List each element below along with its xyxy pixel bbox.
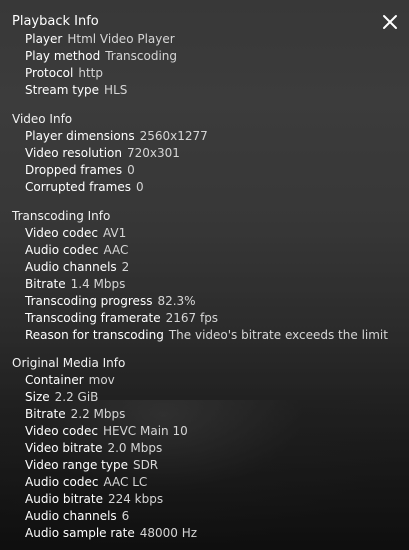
info-row: Audio codec AAC	[25, 242, 128, 259]
info-label: Audio sample rate	[25, 526, 135, 540]
info-row: Audio bitrate 224 kbps	[25, 491, 163, 508]
info-label: Video codec	[25, 226, 98, 240]
info-label: Video bitrate	[25, 441, 103, 455]
info-label: Audio channels	[25, 260, 117, 274]
info-label: Audio codec	[25, 475, 99, 489]
info-label: Corrupted frames	[25, 180, 131, 194]
info-row: Dropped frames 0	[25, 162, 135, 179]
info-label: Audio bitrate	[25, 492, 103, 506]
info-row: Reason for transcoding The video's bitrat…	[25, 327, 388, 344]
info-value: AAC LC	[103, 475, 148, 489]
info-label: Video codec	[25, 424, 98, 438]
info-label: Container	[25, 373, 84, 387]
info-label: Audio codec	[25, 243, 99, 257]
info-row: Audio channels 6	[25, 508, 129, 525]
info-value: 2.2 GiB	[54, 390, 99, 404]
info-row: Corrupted frames 0	[25, 179, 144, 196]
info-row: Player dimensions 2560x1277	[25, 128, 208, 145]
info-row: Video bitrate 2.0 Mbps	[25, 440, 162, 457]
close-icon	[383, 15, 397, 29]
info-value: 48000 Hz	[139, 526, 198, 540]
info-label: Size	[25, 390, 50, 404]
info-value: 224 kbps	[107, 492, 164, 506]
info-label: Dropped frames	[25, 163, 123, 177]
info-row: Video range type SDR	[25, 457, 158, 474]
info-label: Protocol	[25, 66, 74, 80]
section-title-video-info: Video Info	[12, 112, 73, 126]
info-row: Transcoding progress 82.3%	[25, 293, 196, 310]
info-value: AV1	[102, 226, 127, 240]
section-title-original-media-info: Original Media Info	[12, 356, 126, 370]
info-value: mov	[88, 373, 115, 387]
info-row: Player Html Video Player	[25, 31, 175, 48]
section-title-transcoding-info: Transcoding Info	[12, 209, 111, 223]
info-value: 720x301	[127, 146, 180, 160]
info-row: Container mov	[25, 372, 115, 389]
info-value: 0	[135, 180, 144, 194]
panel-title: Playback Info	[12, 14, 99, 29]
info-value: Html Video Player	[67, 32, 175, 46]
info-row: Audio channels 2	[25, 259, 129, 276]
info-label: Audio channels	[25, 509, 117, 523]
info-label: Transcoding framerate	[25, 311, 161, 325]
info-label: Bitrate	[25, 277, 66, 291]
playback-info-panel: Playback Info Player Html Video Player Pl…	[0, 0, 409, 550]
info-value: SDR	[132, 458, 159, 472]
info-label: Player dimensions	[25, 129, 135, 143]
info-value: 2.0 Mbps	[107, 441, 163, 455]
info-row: Video codec HEVC Main 10	[25, 423, 188, 440]
info-value: http	[78, 66, 103, 80]
info-value: 1.4 Mbps	[70, 277, 126, 291]
info-label: Bitrate	[25, 407, 66, 421]
info-row: Play method Transcoding	[25, 48, 177, 65]
info-value: 82.3%	[157, 294, 196, 308]
info-row: Audio sample rate 48000 Hz	[25, 525, 197, 542]
info-label: Stream type	[25, 83, 100, 97]
info-row: Video codec AV1	[25, 225, 126, 242]
info-value: HLS	[104, 83, 128, 97]
info-label: Reason for transcoding	[25, 328, 164, 342]
info-value: HEVC Main 10	[102, 424, 188, 438]
info-row: Audio codec AAC LC	[25, 474, 147, 491]
info-value: AAC	[103, 243, 129, 257]
info-value: 2167 fps	[165, 311, 219, 325]
info-value: 2	[121, 260, 130, 274]
info-label: Player	[25, 32, 63, 46]
info-row: Protocol http	[25, 65, 103, 82]
info-value: 2560x1277	[139, 129, 208, 143]
info-label: Transcoding progress	[25, 294, 153, 308]
info-label: Play method	[25, 49, 101, 63]
info-row: Stream type HLS	[25, 82, 127, 99]
info-value: Transcoding	[105, 49, 178, 63]
close-button[interactable]	[380, 12, 400, 32]
info-row: Size 2.2 GiB	[25, 389, 98, 406]
info-label: Video range type	[25, 458, 128, 472]
info-row: Bitrate 2.2 Mbps	[25, 406, 125, 423]
info-row: Bitrate 1.4 Mbps	[25, 276, 125, 293]
info-value: 2.2 Mbps	[70, 407, 126, 421]
info-row: Video resolution 720x301	[25, 145, 180, 162]
info-value: 0	[127, 163, 135, 177]
info-value: The video's bitrate exceeds the limit	[168, 328, 388, 342]
info-row: Transcoding framerate 2167 fps	[25, 310, 218, 327]
info-label: Video resolution	[25, 146, 123, 160]
info-value: 6	[121, 509, 130, 523]
